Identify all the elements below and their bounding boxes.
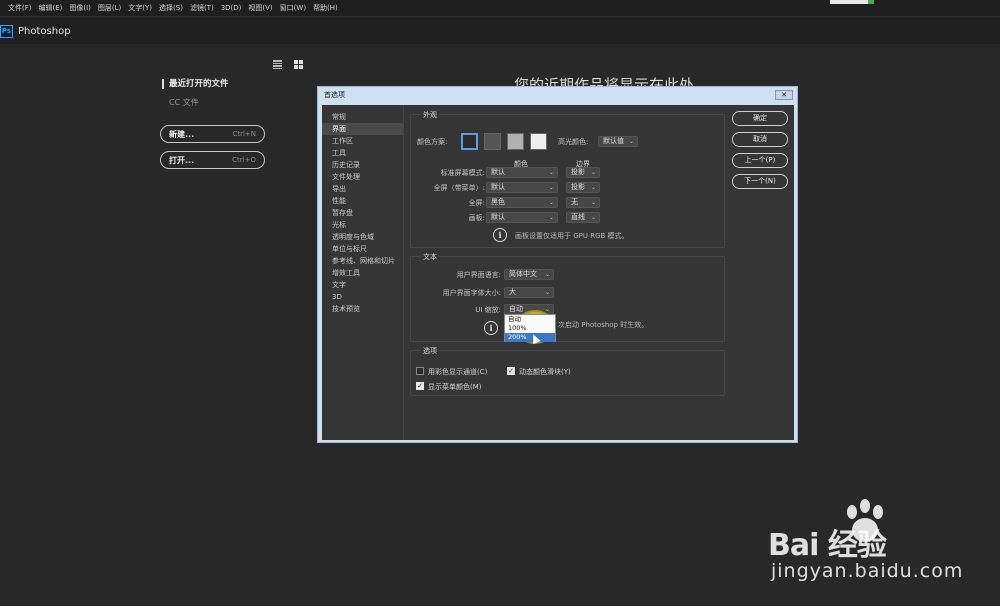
standard-border-select[interactable]: 投影 ⌄ (566, 167, 600, 178)
appearance-label: 外观 (421, 110, 439, 120)
artboard-color-select[interactable]: 默认 ⌄ (486, 212, 558, 223)
menu-file[interactable]: 文件(F) (8, 3, 32, 13)
ui-font-size-label: 用户界面字体大小: (442, 289, 501, 297)
color-scheme-label: 颜色方案: (417, 138, 448, 146)
scale-option-auto[interactable]: 自动 (505, 315, 555, 324)
row-label-fullscreen: 全屏: (468, 199, 485, 207)
sidebar-item-performance[interactable]: 性能 (322, 195, 403, 207)
ui-font-size-select[interactable]: 大 ⌄ (504, 287, 554, 298)
color-scheme-dark[interactable] (484, 133, 501, 150)
sidebar-item-file-handling[interactable]: 文件处理 (322, 171, 403, 183)
grid-view-icon[interactable] (294, 60, 303, 69)
sidebar-item-3d[interactable]: 3D (322, 291, 403, 303)
options-label: 选项 (421, 346, 439, 356)
cc-files-link[interactable]: CC 文件 (169, 97, 199, 108)
ok-button[interactable]: 确定 (732, 111, 788, 126)
highlight-color-label: 高光颜色: (558, 138, 589, 146)
list-view-icon[interactable] (273, 60, 282, 69)
sidebar-item-transparency[interactable]: 透明度与色域 (322, 231, 403, 243)
dynamic-sliders-checkbox[interactable]: ✓ (507, 367, 515, 375)
text-label: 文本 (421, 252, 439, 262)
fullscreen-color-select[interactable]: 黑色 ⌄ (486, 197, 558, 208)
artboard-note: 画板设置仅适用于 GPU RGB 模式。 (515, 232, 629, 240)
artboard-border-select[interactable]: 直线 ⌄ (566, 212, 600, 223)
standard-color-select[interactable]: 默认 ⌄ (486, 167, 558, 178)
sidebar-item-general[interactable]: 常规 (322, 111, 403, 123)
menu-layer[interactable]: 图层(L) (98, 3, 121, 13)
new-button[interactable]: 新建... Ctrl+N (160, 125, 265, 143)
watermark-brand: Bai 经验 (768, 528, 887, 563)
color-scheme-lightest[interactable] (530, 133, 547, 150)
sidebar-item-type[interactable]: 文字 (322, 279, 403, 291)
restart-note: 次启动 Photoshop 时生效。 (558, 321, 649, 329)
photoshop-logo-icon: Ps (0, 24, 13, 38)
menu-window[interactable]: 窗口(W) (280, 3, 306, 13)
fullscreen-menu-border-select[interactable]: 投影 ⌄ (566, 182, 600, 193)
color-channels-checkbox[interactable] (416, 367, 424, 375)
recent-files-title[interactable]: 最近打开的文件 (162, 79, 229, 89)
prev-button[interactable]: 上一个(P) (732, 153, 788, 168)
menu-colors-checkbox[interactable]: ✓ (416, 382, 424, 390)
color-scheme-darkest[interactable] (461, 133, 478, 150)
sidebar-item-scratch-disks[interactable]: 暂存盘 (322, 207, 403, 219)
appearance-group: 外观 颜色方案: 高光颜色: 默认值 ⌄ 颜色 边界 标准屏幕模式: 默认 ⌄ 投影… (410, 110, 725, 248)
app-name: Photoshop (18, 25, 71, 37)
close-icon[interactable]: ✕ (775, 90, 793, 100)
fullscreen-border-select[interactable]: 无 ⌄ (566, 197, 600, 208)
open-button[interactable]: 打开... Ctrl+O (160, 151, 265, 169)
sidebar-item-tools[interactable]: 工具 (322, 147, 403, 159)
dialog-title: 首选项 (324, 91, 345, 99)
menu-type[interactable]: 文字(Y) (128, 3, 152, 13)
next-button[interactable]: 下一个(N) (732, 174, 788, 189)
info-icon: i (493, 228, 507, 242)
sidebar-item-export[interactable]: 导出 (322, 183, 403, 195)
fullscreen-menu-color-select[interactable]: 默认 ⌄ (486, 182, 558, 193)
options-group: 选项 用彩色显示通道(C) ✓ 动态颜色滑块(Y) ✓ 显示菜单颜色(M) (410, 346, 725, 396)
row-label-standard: 标准屏幕模式: (440, 169, 485, 177)
sidebar-item-units[interactable]: 单位与标尺 (322, 243, 403, 255)
top-bar-indicator (868, 0, 874, 4)
sidebar-item-history[interactable]: 历史记录 (322, 159, 403, 171)
new-button-label: 新建... (169, 129, 195, 139)
new-shortcut: Ctrl+N (232, 130, 256, 138)
cancel-button[interactable]: 取消 (732, 132, 788, 147)
row-label-artboard: 画板: (468, 214, 485, 222)
sidebar-item-tech-previews[interactable]: 技术预览 (322, 303, 403, 315)
highlight-color-select[interactable]: 默认值 ⌄ (598, 136, 638, 147)
menu-edit[interactable]: 编辑(E) (39, 3, 63, 13)
menu-view[interactable]: 视图(V) (248, 3, 272, 13)
scale-option-100[interactable]: 100% (505, 324, 555, 333)
ui-scale-label: UI 缩放: (475, 306, 501, 314)
watermark-url: jingyan.baidu.com (771, 560, 964, 582)
ui-language-select[interactable]: 简体中文 ⌄ (504, 269, 554, 280)
row-label-fullscreen-menu: 全屏（带菜单）: (433, 184, 485, 192)
open-button-label: 打开... (169, 155, 195, 165)
open-shortcut: Ctrl+O (232, 156, 256, 164)
menu-image[interactable]: 图像(I) (69, 3, 91, 13)
app-title-bar: Ps Photoshop (0, 18, 1000, 44)
sidebar-item-guides[interactable]: 参考线、网格和切片 (322, 255, 403, 267)
menu-select[interactable]: 选择(S) (159, 3, 183, 13)
sidebar-item-interface[interactable]: 界面 (322, 123, 403, 135)
sidebar-item-plugins[interactable]: 增效工具 (322, 267, 403, 279)
color-channels-label: 用彩色显示通道(C) (428, 368, 488, 376)
menu-filter[interactable]: 滤镜(T) (190, 3, 214, 13)
sidebar-item-workspace[interactable]: 工作区 (322, 135, 403, 147)
text-group: 文本 用户界面语言: 简体中文 ⌄ 用户界面字体大小: 大 ⌄ UI 缩放: 自动 ⌄… (410, 252, 725, 342)
view-toggle (273, 60, 303, 69)
dynamic-sliders-label: 动态颜色滑块(Y) (519, 368, 571, 376)
color-scheme-light[interactable] (507, 133, 524, 150)
menu-colors-label: 显示菜单颜色(M) (428, 383, 482, 391)
dialog-title-bar: 首选项 ✕ (318, 87, 797, 103)
menu-3d[interactable]: 3D(D) (221, 4, 242, 12)
preferences-dialog: 首选项 ✕ 常规 界面 工作区 工具 历史记录 文件处理 导出 性能 暂存盘 光… (317, 86, 798, 443)
info-icon-text: i (484, 321, 498, 335)
dialog-body: 常规 界面 工作区 工具 历史记录 文件处理 导出 性能 暂存盘 光标 透明度与… (322, 105, 794, 440)
menu-help[interactable]: 帮助(H) (313, 3, 338, 13)
sidebar-item-cursors[interactable]: 光标 (322, 219, 403, 231)
ui-language-label: 用户界面语言: (456, 271, 501, 279)
preferences-sidebar: 常规 界面 工作区 工具 历史记录 文件处理 导出 性能 暂存盘 光标 透明度与… (322, 105, 404, 440)
